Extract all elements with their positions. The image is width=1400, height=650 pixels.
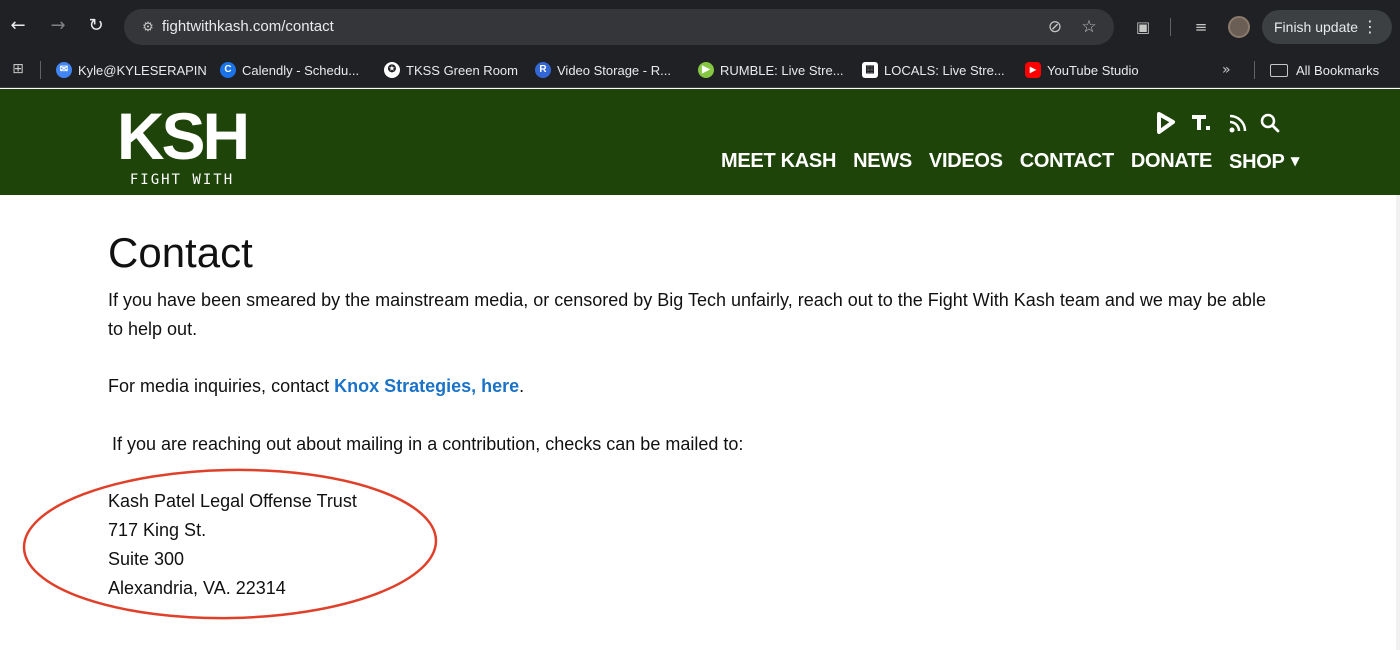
bookmark-label: YouTube Studio — [1047, 62, 1139, 78]
bookmark-item[interactable]: ▦ LOCALS: Live Stre... — [862, 57, 1005, 83]
media-prefix: For media inquiries, contact — [108, 376, 335, 396]
media-inquiries-paragraph: For media inquiries, contact Knox Strate… — [108, 372, 1268, 401]
mail-icon: ✉ — [56, 62, 72, 78]
bookmark-item[interactable]: ▶ YouTube Studio — [1025, 57, 1139, 83]
bookmark-label: TKSS Green Room — [406, 62, 518, 78]
search-icon[interactable] — [1258, 110, 1282, 136]
nav-news[interactable]: NEWS — [853, 146, 912, 176]
nav-shop-label: SHOP — [1229, 151, 1285, 173]
page-title: Contact — [108, 229, 253, 276]
mailing-address: Kash Patel Legal Offense Trust 717 King … — [108, 487, 508, 603]
bookmark-label: Kyle@KYLESERAPIN — [78, 62, 207, 78]
bookmarks-bar: ⊞ ✉ Kyle@KYLESERAPIN C Calendly - Schedu… — [0, 52, 1400, 88]
bookmark-item[interactable]: ✪ TKSS Green Room — [384, 57, 518, 83]
url-text[interactable]: fightwithkash.com/contact — [162, 9, 334, 45]
bookmark-item[interactable]: ▶ RUMBLE: Live Stre... — [698, 57, 844, 83]
kebab-menu-icon[interactable]: ⋮ — [1362, 10, 1378, 44]
folder-icon — [1270, 63, 1288, 77]
nav-contact[interactable]: CONTACT — [1020, 146, 1114, 176]
address-line: Alexandria, VA. 22314 — [108, 578, 286, 598]
bookmark-label: Calendly - Schedu... — [242, 62, 360, 78]
youtube-icon: ▶ — [1025, 62, 1041, 78]
address-line: Suite 300 — [108, 549, 185, 569]
tab-search-icon[interactable]: ▣ — [1132, 16, 1154, 38]
reload-icon[interactable]: ↻ — [84, 14, 108, 38]
finish-update-label: Finish update — [1274, 19, 1359, 35]
address-bar[interactable]: ⚙ fightwithkash.com/contact ⊘ ☆ — [124, 9, 1114, 45]
logo-tagline: FIGHT WITH KASH — [129, 172, 235, 210]
main-nav: MEET KASH NEWS VIDEOS CONTACT DONATE SHO… — [721, 146, 1300, 176]
r-logo-icon: R — [535, 62, 551, 78]
calendly-icon: C — [220, 62, 236, 78]
media-queue-icon[interactable]: ≡ — [1190, 16, 1212, 38]
bookmark-item[interactable]: R Video Storage - R... — [535, 57, 671, 83]
eye-off-icon[interactable]: ⊘ — [1044, 17, 1066, 37]
bookmark-label: Video Storage - R... — [557, 62, 671, 78]
all-bookmarks-label: All Bookmarks — [1296, 62, 1380, 78]
page-content: Contact If you have been smeared by the … — [108, 225, 1288, 598]
rumble-icon[interactable] — [1154, 110, 1178, 136]
truth-social-icon[interactable] — [1190, 110, 1214, 136]
address-line: Kash Patel Legal Offense Trust — [108, 491, 357, 511]
rss-icon[interactable] — [1226, 110, 1250, 136]
social-icons — [1150, 110, 1290, 136]
forward-arrow-icon[interactable]: → — [46, 14, 70, 38]
nav-donate[interactable]: DONATE — [1131, 146, 1212, 176]
star-badge-icon: ✪ — [384, 62, 400, 78]
browser-toolbar: ← → ↻ ⚙ fightwithkash.com/contact ⊘ ☆ ▣ … — [0, 0, 1400, 52]
back-arrow-icon[interactable]: ← — [6, 14, 30, 38]
bookmark-divider — [1254, 61, 1255, 79]
intro-paragraph: If you have been smeared by the mainstre… — [108, 290, 1266, 339]
knox-strategies-link[interactable]: Knox Strategies, here — [334, 376, 519, 396]
contribution-paragraph: If you are reaching out about mailing in… — [112, 434, 744, 454]
locals-icon: ▦ — [862, 62, 878, 78]
tune-icon[interactable]: ⚙ — [138, 17, 158, 37]
nav-videos[interactable]: VIDEOS — [929, 146, 1003, 176]
bookmark-label: LOCALS: Live Stre... — [884, 62, 1005, 78]
nav-meet-kash[interactable]: MEET KASH — [721, 146, 836, 176]
site-logo[interactable]: KSH FIGHT WITH KASH — [110, 99, 254, 210]
bookmark-item[interactable]: ✉ Kyle@KYLESERAPIN — [56, 57, 207, 83]
media-suffix: . — [519, 376, 525, 396]
finish-update-button[interactable]: Finish update ⋮ — [1262, 10, 1392, 44]
star-icon[interactable]: ☆ — [1078, 17, 1100, 37]
more-bookmarks-icon[interactable]: » — [1222, 57, 1231, 83]
rumble-icon: ▶ — [698, 62, 714, 78]
apps-grid-icon[interactable]: ⊞ — [8, 59, 28, 79]
avatar[interactable] — [1228, 16, 1250, 38]
caret-down-icon: ▼ — [1290, 154, 1300, 168]
bookmark-divider — [40, 61, 41, 79]
address-line: 717 King St. — [108, 520, 207, 540]
logo-letters: KSH — [116, 99, 250, 173]
toolbar-divider — [1170, 18, 1171, 36]
all-bookmarks-button[interactable]: All Bookmarks — [1270, 57, 1379, 83]
bookmark-item[interactable]: C Calendly - Schedu... — [220, 57, 359, 83]
nav-shop[interactable]: SHOP ▼ — [1229, 146, 1300, 176]
bookmark-label: RUMBLE: Live Stre... — [720, 62, 844, 78]
scrollbar[interactable] — [1396, 195, 1400, 650]
